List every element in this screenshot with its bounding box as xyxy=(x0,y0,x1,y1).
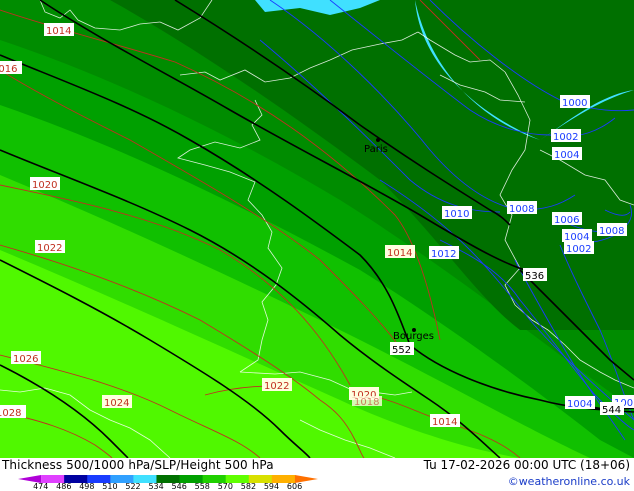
weather-map-screen: Paris Bourges 1014 1016 1020 1022 1026 1… xyxy=(0,0,634,491)
slp-label: 1020 xyxy=(32,180,57,191)
slp-label: 1022 xyxy=(264,381,289,392)
credit-link[interactable]: ©weatheronline.co.uk xyxy=(508,475,630,488)
slp-label: 1016 xyxy=(0,64,17,75)
city-paris: Paris xyxy=(364,144,388,155)
slp-label: 1014 xyxy=(387,248,412,259)
thickness-map: Paris Bourges 1014 1016 1020 1022 1026 1… xyxy=(0,0,634,458)
footer: Thickness 500/1000 hPa/SLP/Height 500 hP… xyxy=(0,458,634,491)
slp-label: 1018 xyxy=(354,397,379,408)
slp-label: 1006 xyxy=(554,215,579,226)
slp-label: 1002 xyxy=(566,244,591,255)
height-label: 544 xyxy=(602,405,621,416)
map-title: Thickness 500/1000 hPa/SLP/Height 500 hP… xyxy=(2,458,274,472)
valid-time: Tu 17-02-2026 00:00 UTC (18+06) xyxy=(423,458,630,472)
slp-label: 1002 xyxy=(553,132,578,143)
slp-label: 1028 xyxy=(0,408,21,419)
height-label: 536 xyxy=(525,271,544,282)
city-bourges: Bourges xyxy=(393,331,434,342)
slp-label: 1008 xyxy=(509,204,534,215)
slp-label: 1022 xyxy=(37,243,62,254)
slp-label: 1004 xyxy=(554,150,579,161)
slp-label: 1000 xyxy=(562,98,587,109)
slp-label: 1014 xyxy=(46,26,71,37)
paris-marker xyxy=(376,138,380,142)
slp-label: 1004 xyxy=(567,399,592,410)
slp-label: 1014 xyxy=(432,417,457,428)
height-label: 552 xyxy=(392,345,411,356)
slp-label: 1008 xyxy=(599,226,624,237)
slp-label: 1010 xyxy=(444,209,469,220)
slp-label: 1012 xyxy=(431,249,456,260)
slp-label: 1024 xyxy=(104,398,129,409)
slp-label: 1026 xyxy=(13,354,38,365)
